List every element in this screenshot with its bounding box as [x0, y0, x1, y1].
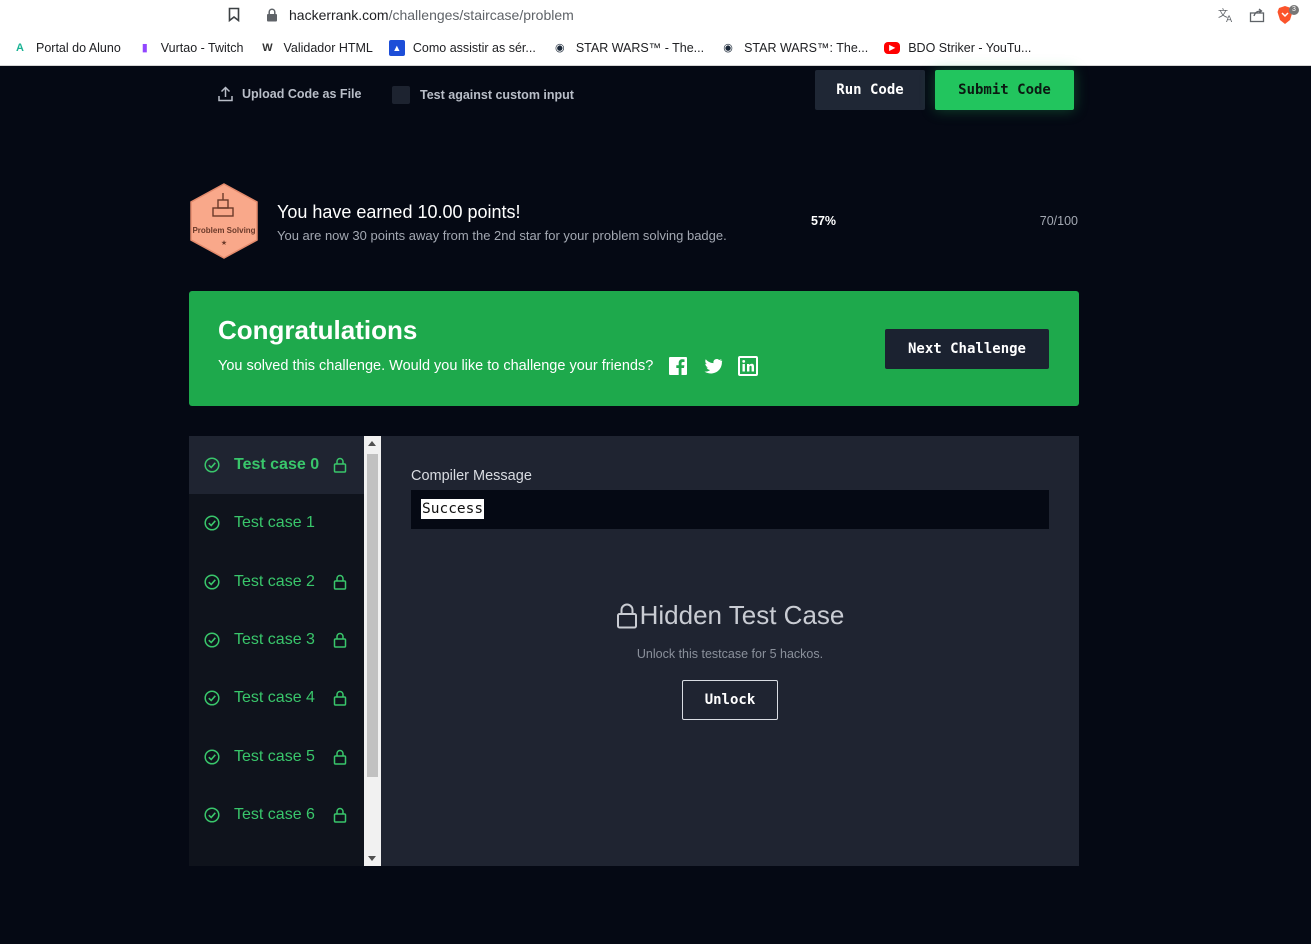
- check-circle-icon: [204, 690, 220, 706]
- url-path: /challenges/staircase/problem: [388, 7, 574, 23]
- url-text: hackerrank.com/challenges/staircase/prob…: [289, 7, 574, 23]
- url-host: hackerrank.com: [289, 7, 389, 23]
- test-case-item-0[interactable]: Test case 0: [189, 436, 364, 494]
- share-icon[interactable]: [1247, 5, 1267, 25]
- lock-icon: [333, 749, 347, 765]
- badge-label: Problem Solving: [192, 226, 255, 235]
- check-circle-icon: [204, 574, 220, 590]
- test-case-item-1[interactable]: Test case 1: [189, 494, 364, 552]
- bookmark-item[interactable]: ▮ Vurtao - Twitch: [137, 40, 244, 56]
- compiler-message-label: Compiler Message: [411, 468, 532, 484]
- test-case-label: Test case 6: [234, 805, 315, 823]
- custom-input-checkbox[interactable]: [392, 86, 410, 104]
- check-circle-icon: [204, 515, 220, 531]
- test-case-list: Test case 0 Test case 1 Test case 2 Test ca…: [189, 436, 364, 866]
- test-case-label: Test case 2: [234, 572, 315, 590]
- compiler-message-box: Success: [411, 490, 1049, 529]
- test-case-item-5[interactable]: Test case 5: [189, 728, 364, 786]
- test-case-item-2[interactable]: Test case 2: [189, 553, 364, 611]
- portal-a-icon: A: [16, 41, 24, 54]
- scroll-down-arrow-icon[interactable]: [368, 856, 376, 861]
- test-results-panel: Test case 0 Test case 1 Test case 2 Test ca…: [189, 436, 1079, 866]
- bookmark-item[interactable]: ▶ BDO Striker - YouTu...: [884, 41, 1031, 55]
- congratulations-subtitle: You solved this challenge. Would you lik…: [218, 358, 654, 374]
- problem-solving-badge: Problem Solving ★: [190, 183, 258, 259]
- test-case-label: Test case 4: [234, 689, 315, 707]
- test-case-item-6[interactable]: Test case 6: [189, 786, 364, 844]
- upload-code-label: Upload Code as File: [242, 87, 362, 101]
- browser-top-bar: hackerrank.com/challenges/staircase/prob…: [0, 0, 1311, 30]
- scroll-up-arrow-icon[interactable]: [368, 441, 376, 446]
- test-case-label: Test case 0: [234, 456, 320, 473]
- custom-input-label: Test against custom input: [420, 88, 574, 102]
- lock-icon: [616, 603, 637, 628]
- upload-code-button[interactable]: Upload Code as File: [218, 86, 361, 102]
- bookmark-label: Como assistir as sér...: [412, 40, 536, 55]
- bookmark-page-icon[interactable]: [228, 7, 240, 22]
- bookmark-item[interactable]: ▲ Como assistir as sér...: [388, 39, 536, 56]
- test-case-item-3[interactable]: Test case 3: [189, 611, 364, 669]
- youtube-icon: ▶: [884, 41, 901, 54]
- steam-icon: ◉: [723, 42, 733, 54]
- hidden-test-case-subtitle: Unlock this testcase for 5 hackos.: [636, 647, 824, 661]
- compiler-message-text: Success: [421, 499, 485, 519]
- lock-icon: [333, 632, 347, 648]
- check-circle-icon: [204, 807, 220, 823]
- hidden-test-case-title: Hidden Test Case: [639, 600, 845, 630]
- test-case-label: Test case 3: [234, 630, 315, 648]
- translate-icon[interactable]: 文A: [1216, 5, 1236, 25]
- bookmark-site-icon: ▲: [388, 39, 405, 56]
- badge-progress-percent: 57%: [811, 214, 837, 228]
- test-case-label: Test case 5: [234, 747, 315, 765]
- bookmark-label: STAR WARS™: The...: [744, 40, 869, 55]
- lock-icon: [333, 457, 347, 473]
- svg-text:A: A: [1226, 15, 1233, 23]
- bookmark-item[interactable]: W Validador HTML: [259, 40, 373, 56]
- lock-icon: [333, 691, 347, 706]
- badge-progress-score: 70/100: [1039, 214, 1078, 228]
- check-circle-icon: [204, 632, 220, 648]
- secure-lock-icon: [267, 8, 277, 22]
- bookmark-item[interactable]: ◉ STAR WARS™ - The...: [552, 40, 704, 56]
- bookmark-label: Portal do Aluno: [36, 40, 121, 55]
- next-challenge-button[interactable]: Next Challenge: [885, 329, 1049, 369]
- test-case-scrollbar[interactable]: [364, 436, 381, 866]
- extension-count-badge: 3: [1289, 5, 1299, 15]
- run-code-button[interactable]: Run Code: [815, 70, 925, 110]
- submit-code-button[interactable]: Submit Code: [935, 70, 1074, 110]
- bookmark-label: Validador HTML: [283, 40, 373, 55]
- test-case-label: Test case 1: [234, 514, 315, 532]
- test-case-item-4[interactable]: Test case 4: [189, 669, 364, 727]
- address-bar[interactable]: hackerrank.com/challenges/staircase/prob…: [254, 2, 1254, 28]
- bookmarks-bar: A Portal do Aluno ▮ Vurtao - Twitch W Validad…: [0, 30, 1311, 66]
- lock-icon: [333, 807, 347, 823]
- upload-icon: [218, 86, 233, 102]
- bookmark-label: Vurtao - Twitch: [160, 40, 244, 55]
- scroll-thumb[interactable]: [367, 454, 378, 777]
- twitch-icon: ▮: [141, 42, 148, 54]
- points-earned-title: You have earned 10.00 points!: [277, 202, 521, 222]
- bookmark-label: STAR WARS™ - The...: [575, 40, 705, 55]
- points-earned-subtitle: You are now 30 points away from the 2nd …: [277, 228, 727, 243]
- svg-text:★: ★: [221, 239, 227, 247]
- lock-icon: [333, 574, 347, 590]
- unlock-button[interactable]: Unlock: [682, 680, 778, 720]
- linkedin-icon[interactable]: [738, 356, 758, 376]
- custom-input-toggle[interactable]: Test against custom input: [392, 86, 574, 104]
- hidden-test-case-heading: Hidden Test Case: [411, 600, 1049, 631]
- bookmark-item[interactable]: A Portal do Aluno: [12, 40, 121, 56]
- congratulations-title: Congratulations: [218, 315, 418, 345]
- congratulations-banner: Congratulations You solved this challeng…: [189, 291, 1079, 406]
- check-circle-icon: [204, 748, 220, 765]
- twitter-icon[interactable]: [703, 356, 723, 376]
- w3c-icon: W: [262, 41, 273, 54]
- bookmark-item[interactable]: ◉ STAR WARS™: The...: [720, 40, 868, 56]
- check-circle-icon: [204, 457, 220, 473]
- steam-icon: ◉: [555, 42, 565, 54]
- bookmark-label: BDO Striker - YouTu...: [908, 40, 1032, 55]
- facebook-icon[interactable]: [668, 356, 688, 376]
